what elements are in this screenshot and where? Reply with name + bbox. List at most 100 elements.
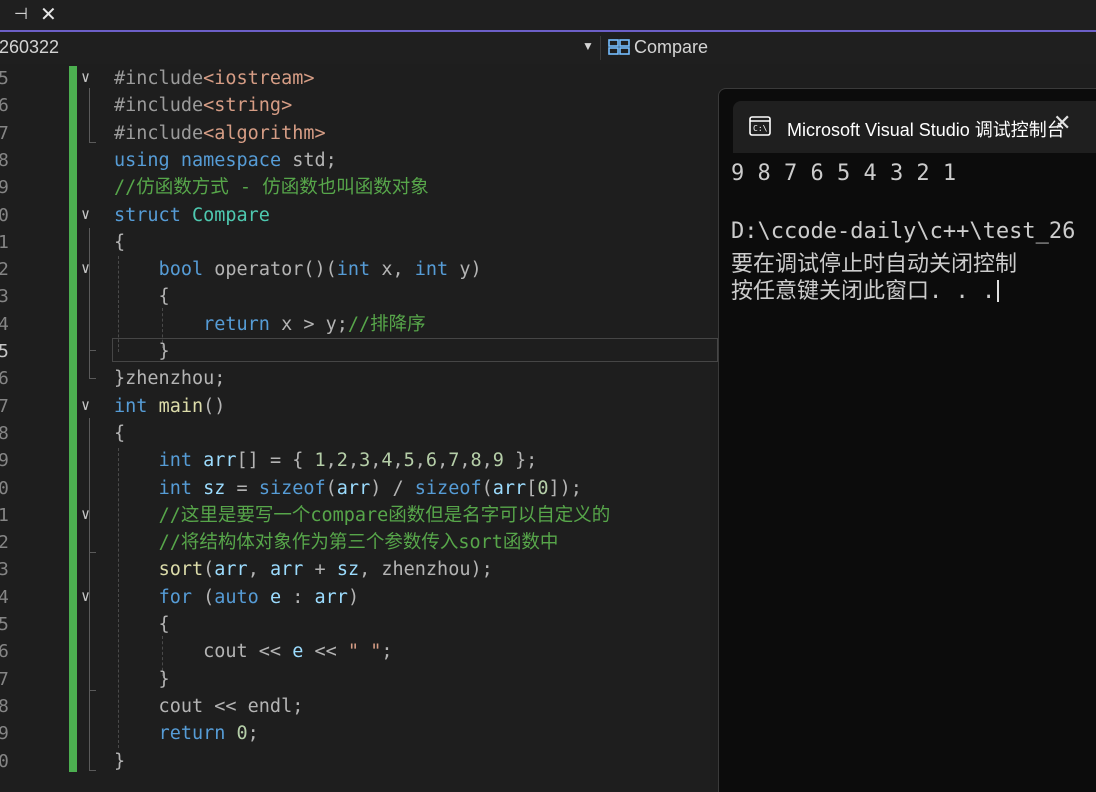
code-text: //仿函数方式 - 仿函数也叫函数对象 [114,176,429,200]
code-token: , [481,450,493,472]
chevron-down-icon[interactable]: ▼ [582,39,594,53]
code-line[interactable]: 5 } [0,338,718,366]
chevron-down-icon[interactable]: ∨ [81,68,90,86]
code-line[interactable]: 9 return 0; [0,721,718,748]
code-token: y) [448,259,482,281]
code-token: 2 [336,450,348,472]
code-line[interactable]: 6 #include<string> [0,93,718,120]
code-token: { [114,614,170,635]
line-number: 8 [0,422,9,444]
code-line[interactable]: 3 sort(arr, arr + sz, zhenzhou); [0,557,718,584]
close-icon[interactable]: ✕ [40,2,57,26]
code-line[interactable]: 6}zhenzhou; [0,366,718,393]
code-line[interactable]: 0} [0,749,718,776]
code-line[interactable]: 6 cout << e << " "; [0,639,718,666]
code-line[interactable]: 2 ∨ bool operator()(int x, int y) [0,257,718,284]
chevron-down-icon[interactable]: ∨ [81,587,90,605]
line-number: 4 [0,313,9,335]
code-token: Compare [191,204,270,226]
code-line[interactable]: 7 } [0,667,718,694]
code-line[interactable]: 0 ∨ struct Compare [0,203,718,230]
code-token: auto [214,586,259,608]
code-token: }; [503,450,538,472]
code-text: int main() [114,395,225,419]
code-token: } [114,750,126,772]
code-line[interactable]: 3 { [0,284,718,311]
project-dropdown-label: 260322 [0,37,60,57]
code-text: #include<algorithm> [114,122,326,146]
code-token: e [292,641,304,663]
code-token: //这里是要写一个compare函数但是名字可以自定义的 [158,504,611,526]
code-token: x > y; [269,313,348,335]
code-token: , [459,450,471,472]
code-line[interactable]: 7 #include<algorithm> [0,121,718,148]
code-token: #include [114,122,204,144]
console-icon: C:\ [749,116,771,140]
close-icon[interactable]: ✕ [1053,111,1071,136]
code-token: ) / [370,477,415,499]
code-line[interactable]: 8{ [0,421,718,448]
code-text: //这里是要写一个compare函数但是名字可以自定义的 [114,504,611,528]
code-token: ; [247,723,259,745]
code-line[interactable]: 5 { [0,612,718,639]
code-text: //将结构体对象作为第三个参数传入sort函数中 [114,531,559,555]
code-text: sort(arr, arr + sz, zhenzhou); [114,558,493,582]
code-token: 1 [314,450,326,472]
code-token: struct [114,204,181,226]
code-token: sz [336,559,360,581]
code-line[interactable]: 4 return x > y;//排降序 [0,312,718,339]
line-number: 7 [0,668,9,690]
code-line[interactable]: 1 ∨ //这里是要写一个compare函数但是名字可以自定义的 [0,503,718,530]
line-number: 2 [0,532,9,554]
code-text: struct Compare [114,204,270,228]
code-token: //将结构体对象作为第三个参数传入sort函数中 [158,532,559,554]
code-line[interactable]: 2 //将结构体对象作为第三个参数传入sort函数中 [0,530,718,557]
code-token: cout << endl; [114,695,304,717]
code-token: = [225,477,259,499]
code-text: return 0; [114,722,259,746]
line-number: 5 [0,614,9,635]
console-title-bar[interactable]: C:\ Microsoft Visual Studio 调试控制台 ✕ [733,101,1096,153]
code-token: 9 [492,450,504,472]
code-token: { [114,286,170,308]
code-text: #include<string> [114,94,292,118]
code-token: " " [347,641,382,663]
chevron-down-icon[interactable]: ∨ [81,205,90,223]
chevron-down-icon[interactable]: ∨ [81,396,90,414]
code-line[interactable]: 5 ∨ #include<iostream> [0,66,718,93]
line-number: 8 [0,695,9,717]
code-token: 4 [381,450,393,472]
pin-icon[interactable]: ⊣ [14,4,28,23]
chevron-down-icon[interactable]: ∨ [81,259,90,277]
code-text: for (auto e : arr) [114,586,360,610]
code-token: [] = { [236,450,315,472]
console-prompt-text: 按任意键关闭此窗口. . . [731,279,996,304]
current-line-highlight [112,338,718,362]
code-text: int sz = sizeof(arr) / sizeof(arr[0]); [114,477,582,501]
debug-console-window[interactable]: C:\ Microsoft Visual Studio 调试控制台 ✕ 9 8 … [718,88,1096,792]
code-line[interactable]: 9 //仿函数方式 - 仿函数也叫函数对象 [0,175,718,202]
line-number: 9 [0,723,9,745]
line-number: 9 [0,450,9,472]
project-dropdown[interactable]: 260322 ▼ [0,32,598,64]
code-token: arr [214,559,248,581]
code-token: : [281,586,315,608]
code-line[interactable]: 9 int arr[] = { 1,2,3,4,5,6,7,8,9 }; [0,448,718,475]
chevron-down-icon[interactable]: ∨ [81,505,90,523]
code-line[interactable]: 1{ [0,230,718,257]
line-number: 5 [0,341,9,362]
code-line[interactable]: 7 ∨ int main() [0,394,718,421]
code-line[interactable]: 0 int sz = sizeof(arr) / sizeof(arr[0]); [0,476,718,503]
code-line[interactable]: 8 cout << endl; [0,694,718,721]
code-line[interactable]: 8 using namespace std; [0,148,718,175]
code-token: }zhenzhou; [114,368,226,390]
line-number: 1 [0,504,9,526]
code-text: using namespace std; [114,149,337,173]
code-token: int [336,259,371,281]
code-line[interactable]: 4 ∨ for (auto e : arr) [0,585,718,612]
